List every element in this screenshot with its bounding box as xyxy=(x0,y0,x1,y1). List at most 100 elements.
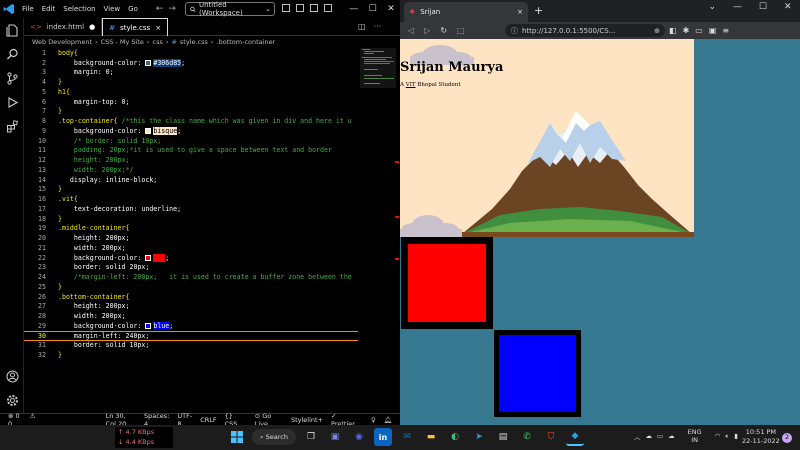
brave-icon[interactable]: ⛉ xyxy=(542,428,560,446)
code-token: ; xyxy=(125,234,130,243)
edge-icon[interactable]: ◐ xyxy=(446,428,464,446)
extensions-icon[interactable] xyxy=(0,114,24,138)
search-icon xyxy=(190,6,196,12)
toggle-secondary-sidebar-icon[interactable] xyxy=(310,4,318,12)
code-line: 13 width: 200px;*/ xyxy=(24,165,358,175)
line-number: 13 xyxy=(38,165,46,174)
maximize-button[interactable]: ☐ xyxy=(369,4,377,14)
bell-icon[interactable]: 🔔︎ xyxy=(384,416,392,424)
line-ending[interactable]: CRLF xyxy=(200,416,216,424)
new-tab-button[interactable]: + xyxy=(534,4,543,17)
minimize-button[interactable]: — xyxy=(733,2,742,12)
store-icon[interactable]: ▤ xyxy=(494,428,512,446)
toggle-sidebar-icon[interactable] xyxy=(282,4,290,12)
account-icon[interactable] xyxy=(0,364,24,388)
onedrive-icon[interactable]: ☁ xyxy=(668,432,675,440)
color-swatch[interactable] xyxy=(145,127,152,134)
cloud-icon[interactable]: ☁ xyxy=(646,432,653,440)
code-token: .middle-container{ xyxy=(58,224,130,233)
browser-tab[interactable]: ❖ Srijan × xyxy=(404,2,528,22)
search-label: Search xyxy=(265,433,288,441)
menu-file[interactable]: File xyxy=(18,5,38,13)
menu-view[interactable]: View xyxy=(100,5,125,13)
code-token: ; xyxy=(125,302,130,311)
menu-go[interactable]: Go xyxy=(124,5,142,13)
nav-arrows-icon[interactable]: ←→ xyxy=(156,4,181,14)
source-control-icon[interactable] xyxy=(0,66,24,90)
back-icon[interactable]: ◁ xyxy=(408,26,414,35)
toggle-panel-icon[interactable] xyxy=(296,4,304,12)
code-token: body{ xyxy=(58,48,78,57)
forward-icon[interactable]: ▷ xyxy=(424,26,430,35)
volume-icon[interactable]: 🔈︎ xyxy=(725,432,729,441)
color-swatch[interactable] xyxy=(145,59,152,66)
line-number: 1 xyxy=(42,48,46,57)
close-button[interactable]: ✕ xyxy=(387,4,395,14)
menu-selection[interactable]: Selection xyxy=(59,5,99,13)
linkedin-icon[interactable]: in xyxy=(374,428,392,446)
telegram-icon[interactable]: ➤ xyxy=(470,428,488,446)
command-center[interactable]: Untitled (Workspace) ⌄ xyxy=(185,1,275,17)
info-icon[interactable]: ⓘ xyxy=(511,26,518,36)
mail-icon[interactable]: ✉ xyxy=(398,428,416,446)
language-top: ENG xyxy=(687,428,702,436)
split-editor-icon[interactable]: ◫ xyxy=(358,22,366,31)
task-view-icon[interactable]: ❐ xyxy=(302,428,320,446)
code-line: 29 background-color: blue; xyxy=(24,321,358,331)
zoom-icon[interactable]: ⊕ xyxy=(654,27,660,35)
minimize-button[interactable]: — xyxy=(349,4,358,14)
customize-layout-icon[interactable] xyxy=(324,4,332,12)
discord-icon[interactable]: ◉ xyxy=(350,428,368,446)
code-token: ; xyxy=(169,321,174,330)
clock[interactable]: 10:51 PM 22-11-2022 xyxy=(742,428,780,446)
explorer-icon[interactable] xyxy=(0,18,24,42)
address-bar[interactable]: ⓘ http://127.0.0.1:5500/CS... ⊕ xyxy=(505,24,665,37)
run-debug-icon[interactable] xyxy=(0,90,24,114)
maximize-button[interactable]: ☐ xyxy=(759,2,767,12)
wifi-icon[interactable]: ◠ xyxy=(715,432,721,440)
color-swatch[interactable] xyxy=(145,254,152,261)
notification-badge[interactable]: 2 xyxy=(782,433,792,443)
tab-style-css[interactable]: # style.css × xyxy=(102,18,169,36)
code-line: 24 /*margin-left: 200px; it is used to c… xyxy=(24,272,358,282)
vscode-taskbar-icon[interactable]: ◆ xyxy=(566,428,584,446)
close-tab-icon[interactable]: × xyxy=(155,24,161,32)
more-actions-icon[interactable]: ··· xyxy=(374,22,382,31)
search-icon[interactable] xyxy=(0,42,24,66)
chevron-up-icon[interactable]: ︿ xyxy=(634,431,641,441)
code-editor[interactable]: 1 body{ 2 background-color: #306d85; 3 ma… xyxy=(24,48,400,413)
wallet-icon[interactable]: ▣ xyxy=(709,26,717,35)
extensions-puzzle-icon[interactable]: ✱ xyxy=(683,26,690,35)
extension-icon[interactable]: ◧ xyxy=(669,26,677,35)
taskbar-search[interactable]: ⌕ Search xyxy=(252,429,296,445)
feedback-icon[interactable]: ♀ xyxy=(371,416,376,424)
breadcrumb-item[interactable]: style.css xyxy=(180,38,208,46)
tab-index-html[interactable]: <> index.html ● xyxy=(24,18,103,36)
battery-icon[interactable]: ▭ xyxy=(657,432,663,440)
code-token: border: xyxy=(73,263,106,272)
page-paragraph: A VIT Bhopal Student xyxy=(400,82,461,88)
windows-start-icon[interactable] xyxy=(228,428,246,446)
gear-icon[interactable] xyxy=(0,388,24,412)
bookmark-icon[interactable]: ⬚ xyxy=(457,26,465,35)
workspace-title: Untitled (Workspace) xyxy=(199,1,243,17)
stylelint-status[interactable]: Stylelint+ xyxy=(291,416,323,424)
breadcrumb-item[interactable]: Web Development xyxy=(32,38,92,46)
breadcrumb-item[interactable]: CSS - My Site xyxy=(101,38,144,46)
battery-status-icon[interactable]: ▮ xyxy=(734,432,738,440)
sidebar-icon[interactable]: ▭ xyxy=(695,26,703,35)
breadcrumb-item[interactable]: css xyxy=(153,38,163,46)
code-token: .bottom-container{ xyxy=(58,292,130,301)
close-button[interactable]: ✕ xyxy=(784,2,792,12)
teams-chat-icon[interactable]: ▣ xyxy=(326,428,344,446)
breadcrumb-item[interactable]: .bottom-container xyxy=(217,38,276,46)
color-swatch[interactable] xyxy=(145,322,152,329)
whatsapp-icon[interactable]: ✆ xyxy=(518,428,536,446)
close-tab-icon[interactable]: × xyxy=(517,8,523,16)
reload-icon[interactable]: ↻ xyxy=(440,26,447,35)
tab-search-icon[interactable]: ⌄ xyxy=(708,2,716,12)
menu-edit[interactable]: Edit xyxy=(38,5,60,13)
menu-icon[interactable]: ≡ xyxy=(722,26,729,35)
language-indicator[interactable]: ENG IN xyxy=(688,428,702,444)
file-explorer-icon[interactable]: ▬ xyxy=(422,428,440,446)
